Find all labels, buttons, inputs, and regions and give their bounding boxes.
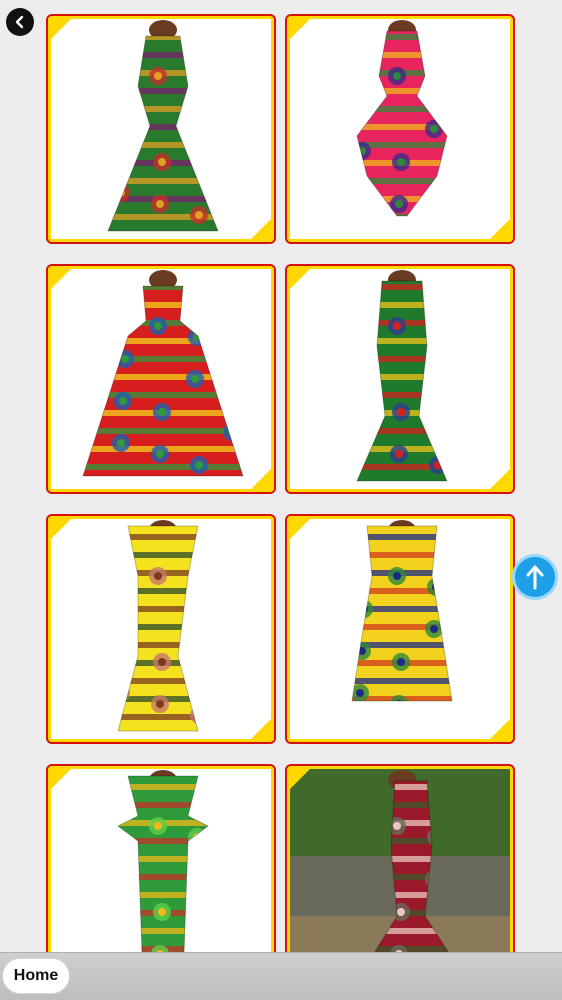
home-button[interactable]: Home	[2, 958, 70, 994]
bottom-bar: Home	[0, 952, 562, 1000]
gallery-screen: Home	[0, 0, 562, 1000]
back-button[interactable]	[6, 8, 34, 36]
gallery-item[interactable]	[46, 514, 276, 744]
gallery-item[interactable]	[46, 264, 276, 494]
gallery-item[interactable]	[285, 14, 515, 244]
chevron-left-icon	[15, 15, 24, 29]
scroll-to-top-button[interactable]	[512, 554, 558, 600]
gallery-item[interactable]	[46, 14, 276, 244]
gallery-item[interactable]	[285, 514, 515, 744]
arrow-up-icon	[526, 565, 544, 590]
gallery-item[interactable]	[285, 264, 515, 494]
